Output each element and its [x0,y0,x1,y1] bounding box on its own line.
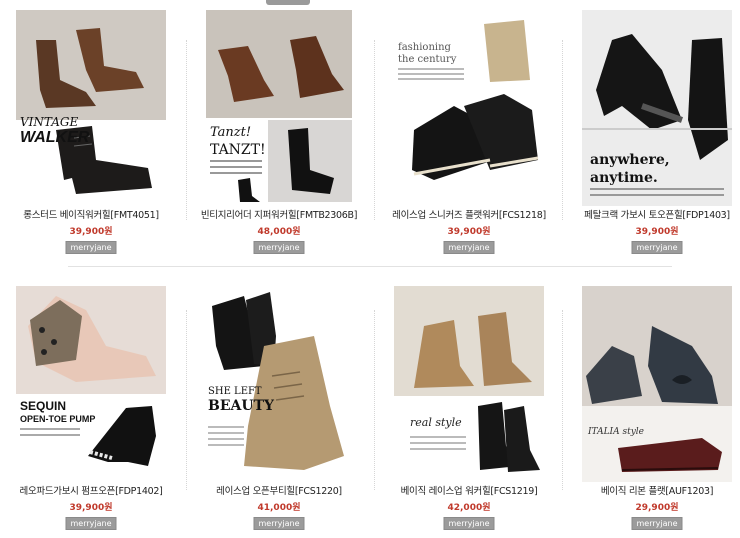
product-name[interactable]: 롱스터드 베이직워커힐[FMT4051] [4,207,178,221]
brand-badge[interactable]: merryjane [631,517,683,530]
product-name[interactable]: 레오파드가보시 펌프오픈[FDP1402] [4,483,178,497]
product-name[interactable]: 레이스업 스니커즈 플랫워커[FCS1218] [382,207,556,221]
svg-text:BEAUTY: BEAUTY [208,398,275,414]
row-divider [68,266,672,267]
product-image[interactable]: SEQUIN OPEN-TOE PUMP [16,286,166,482]
svg-text:Tanzt!: Tanzt! [210,125,251,140]
brand-badge[interactable]: merryjane [65,517,117,530]
product-name[interactable]: 페탈크랙 가보시 토오픈힐[FDP1403] [570,207,740,221]
product-price: 41,000원 [257,503,301,513]
svg-text:WALKER: WALKER [20,129,90,146]
product-price: 39,900원 [69,503,113,513]
svg-text:ITALIA style: ITALIA style [587,427,644,437]
product-image[interactable]: Tanzt! TANZT! [204,10,354,206]
column-divider [374,40,375,220]
product-image[interactable]: ITALIA style [582,286,732,482]
product-image[interactable]: real style [394,286,544,482]
product-image[interactable]: SHE LEFT BEAUTY [204,286,354,482]
svg-text:TANZT!: TANZT! [210,142,266,158]
svg-text:fashioning: fashioning [398,42,452,53]
product-price: 39,900원 [635,227,679,237]
brand-badge[interactable]: merryjane [443,241,495,254]
svg-text:anytime.: anytime. [590,170,658,186]
column-divider [562,40,563,220]
svg-text:VINTAGE: VINTAGE [20,115,79,129]
product-image[interactable]: fashioning the century [394,10,544,206]
column-divider [186,310,187,490]
product-name[interactable]: 베이직 리본 플랫[AUF1203] [570,483,740,497]
svg-text:SHE LEFT: SHE LEFT [208,386,262,397]
svg-text:SEQUIN: SEQUIN [20,399,66,413]
brand-badge[interactable]: merryjane [65,241,117,254]
svg-text:the century: the century [398,54,457,65]
svg-text:OPEN-TOE PUMP: OPEN-TOE PUMP [20,414,95,424]
product-price: 42,000원 [447,503,491,513]
product-name[interactable]: 베이직 레이스업 워커힐[FCS1219] [382,483,556,497]
product-price: 29,900원 [635,503,679,513]
svg-text:anywhere,: anywhere, [590,152,670,168]
svg-text:real style: real style [410,416,462,429]
product-price: 39,900원 [69,227,113,237]
brand-badge[interactable]: merryjane [253,517,305,530]
product-price: 39,900원 [447,227,491,237]
top-tab-indicator [266,0,310,5]
brand-badge[interactable]: merryjane [253,241,305,254]
brand-badge[interactable]: merryjane [631,241,683,254]
column-divider [186,40,187,220]
column-divider [374,310,375,490]
column-divider [562,310,563,490]
product-price: 48,000원 [257,227,301,237]
product-image[interactable]: VINTAGE WALKER [16,10,166,206]
brand-badge[interactable]: merryjane [443,517,495,530]
product-image[interactable]: anywhere, anytime. [582,10,732,206]
product-name[interactable]: 빈티지리어더 지퍼워커힐[FMTB2306B] [192,207,366,221]
product-name[interactable]: 레이스업 오픈부티힐[FCS1220] [192,483,366,497]
